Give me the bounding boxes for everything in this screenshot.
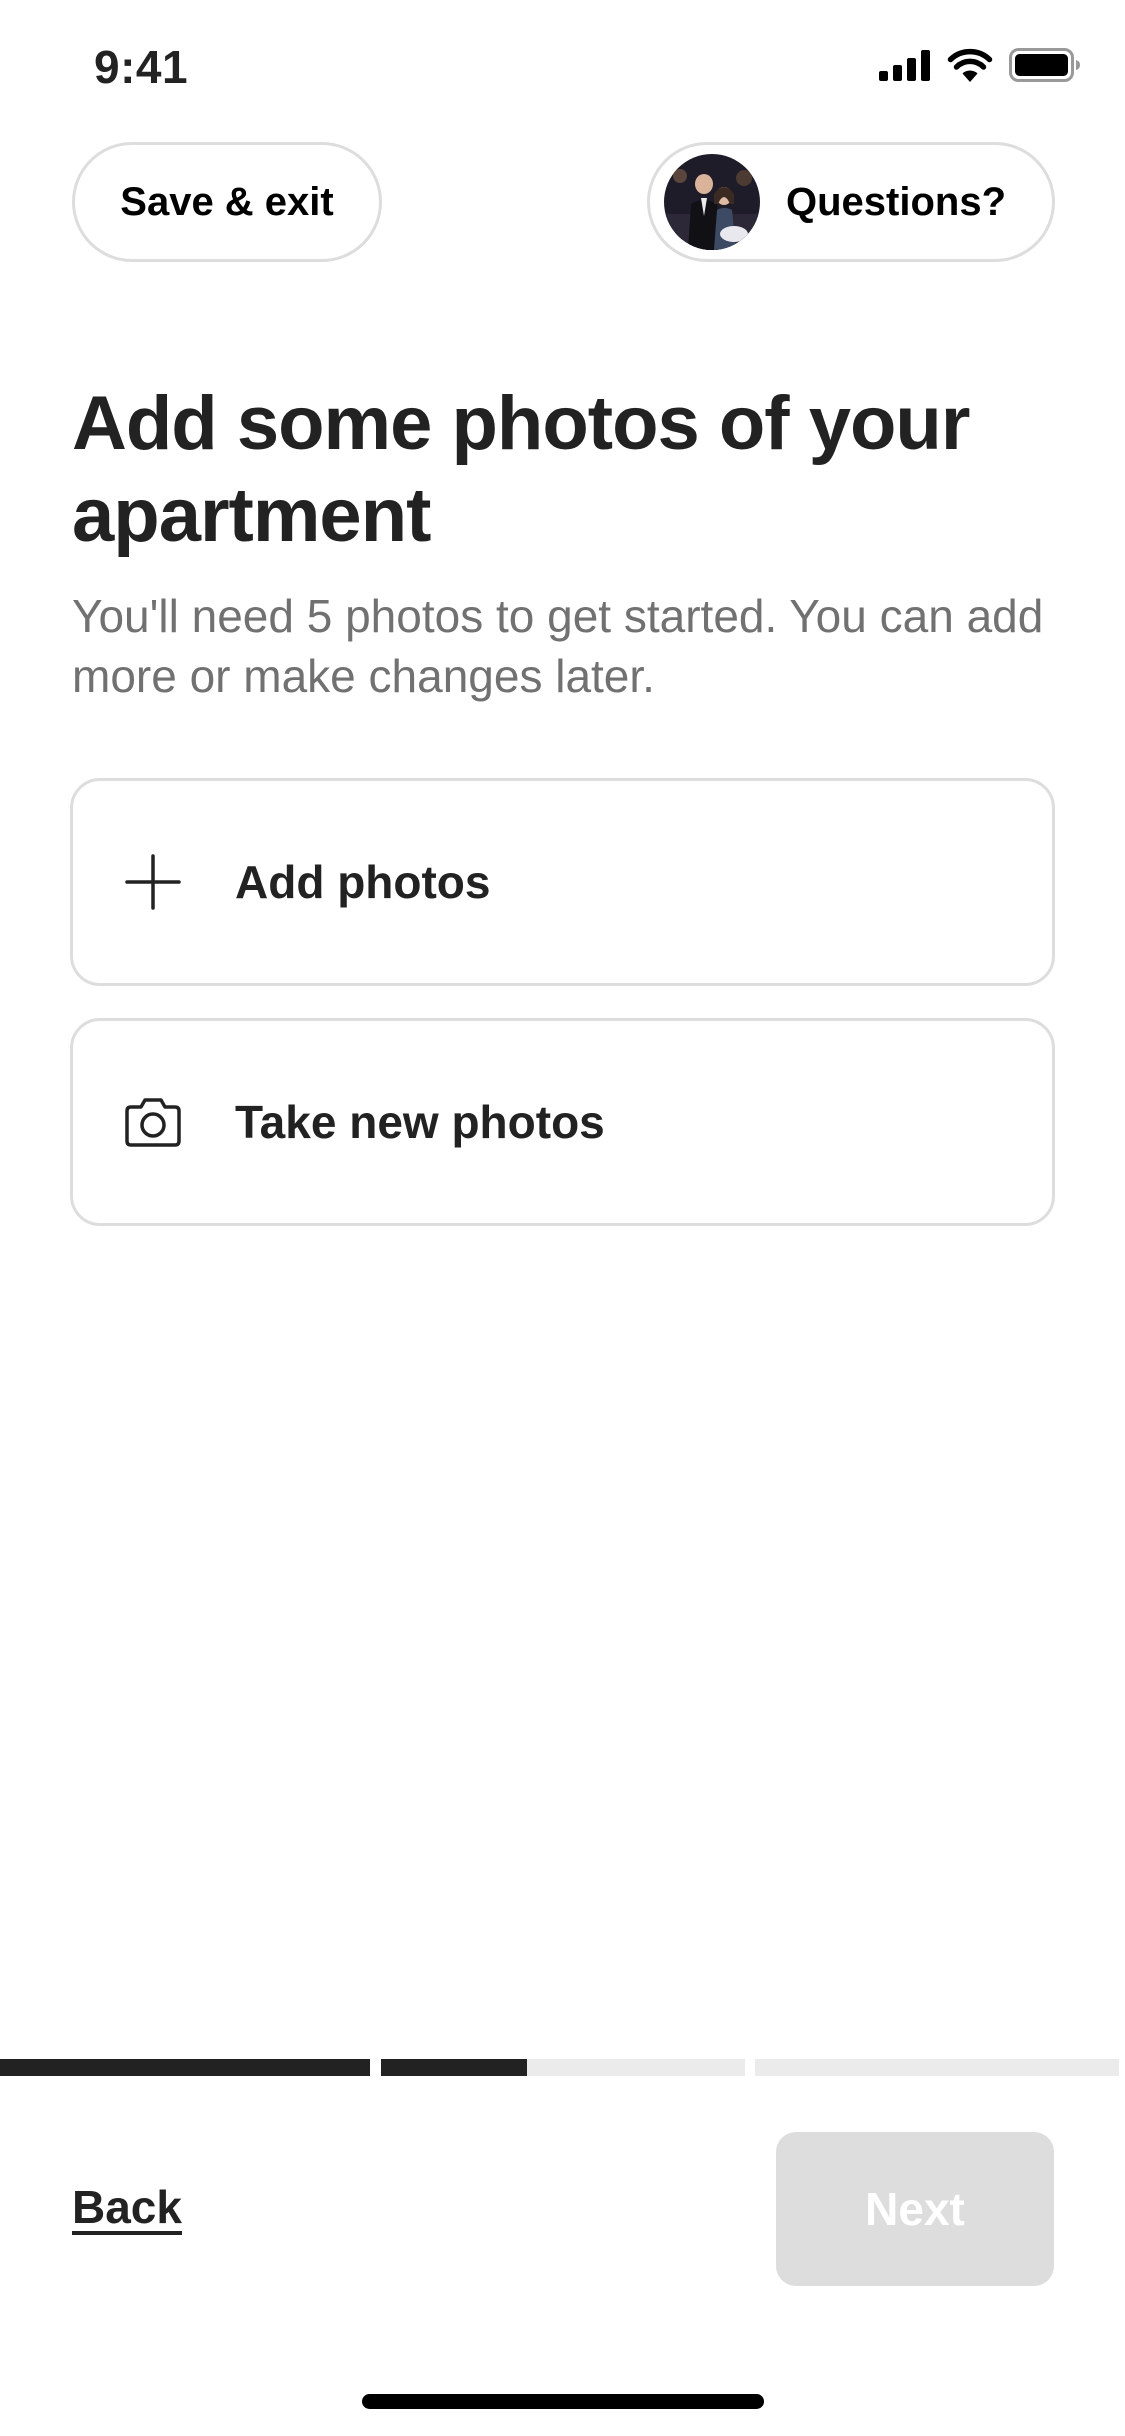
status-icons (879, 48, 1081, 87)
take-new-photos-button[interactable]: Take new photos (70, 1018, 1055, 1226)
save-exit-label: Save & exit (120, 179, 334, 224)
page-subtitle: You'll need 5 photos to get started. You… (72, 590, 1044, 702)
add-photos-label: Add photos (235, 856, 491, 908)
camera-icon (121, 1090, 185, 1154)
progress-segment (381, 2059, 745, 2076)
status-bar: 9:41 (0, 0, 1125, 140)
save-exit-button[interactable]: Save & exit (72, 142, 382, 262)
home-indicator (362, 2394, 764, 2409)
progress-segment (0, 2059, 370, 2076)
page-title: Add some photos of your apartment (72, 381, 970, 558)
take-new-photos-label: Take new photos (235, 1096, 605, 1148)
progress-bar (0, 2059, 1125, 2076)
plus-icon (121, 850, 185, 914)
host-avatar (664, 154, 760, 250)
cellular-signal-icon (879, 49, 931, 86)
wifi-icon (947, 48, 993, 87)
battery-icon (1009, 48, 1081, 87)
back-link[interactable]: Back (72, 2180, 182, 2234)
questions-label: Questions? (786, 179, 1007, 224)
progress-segment-fill (381, 2059, 527, 2076)
progress-segment (755, 2059, 1119, 2076)
add-photos-button[interactable]: Add photos (70, 778, 1055, 986)
questions-button[interactable]: Questions? (647, 142, 1055, 262)
next-button[interactable]: Next (776, 2132, 1054, 2286)
status-time: 9:41 (94, 41, 189, 93)
progress-segment-fill (0, 2059, 370, 2076)
